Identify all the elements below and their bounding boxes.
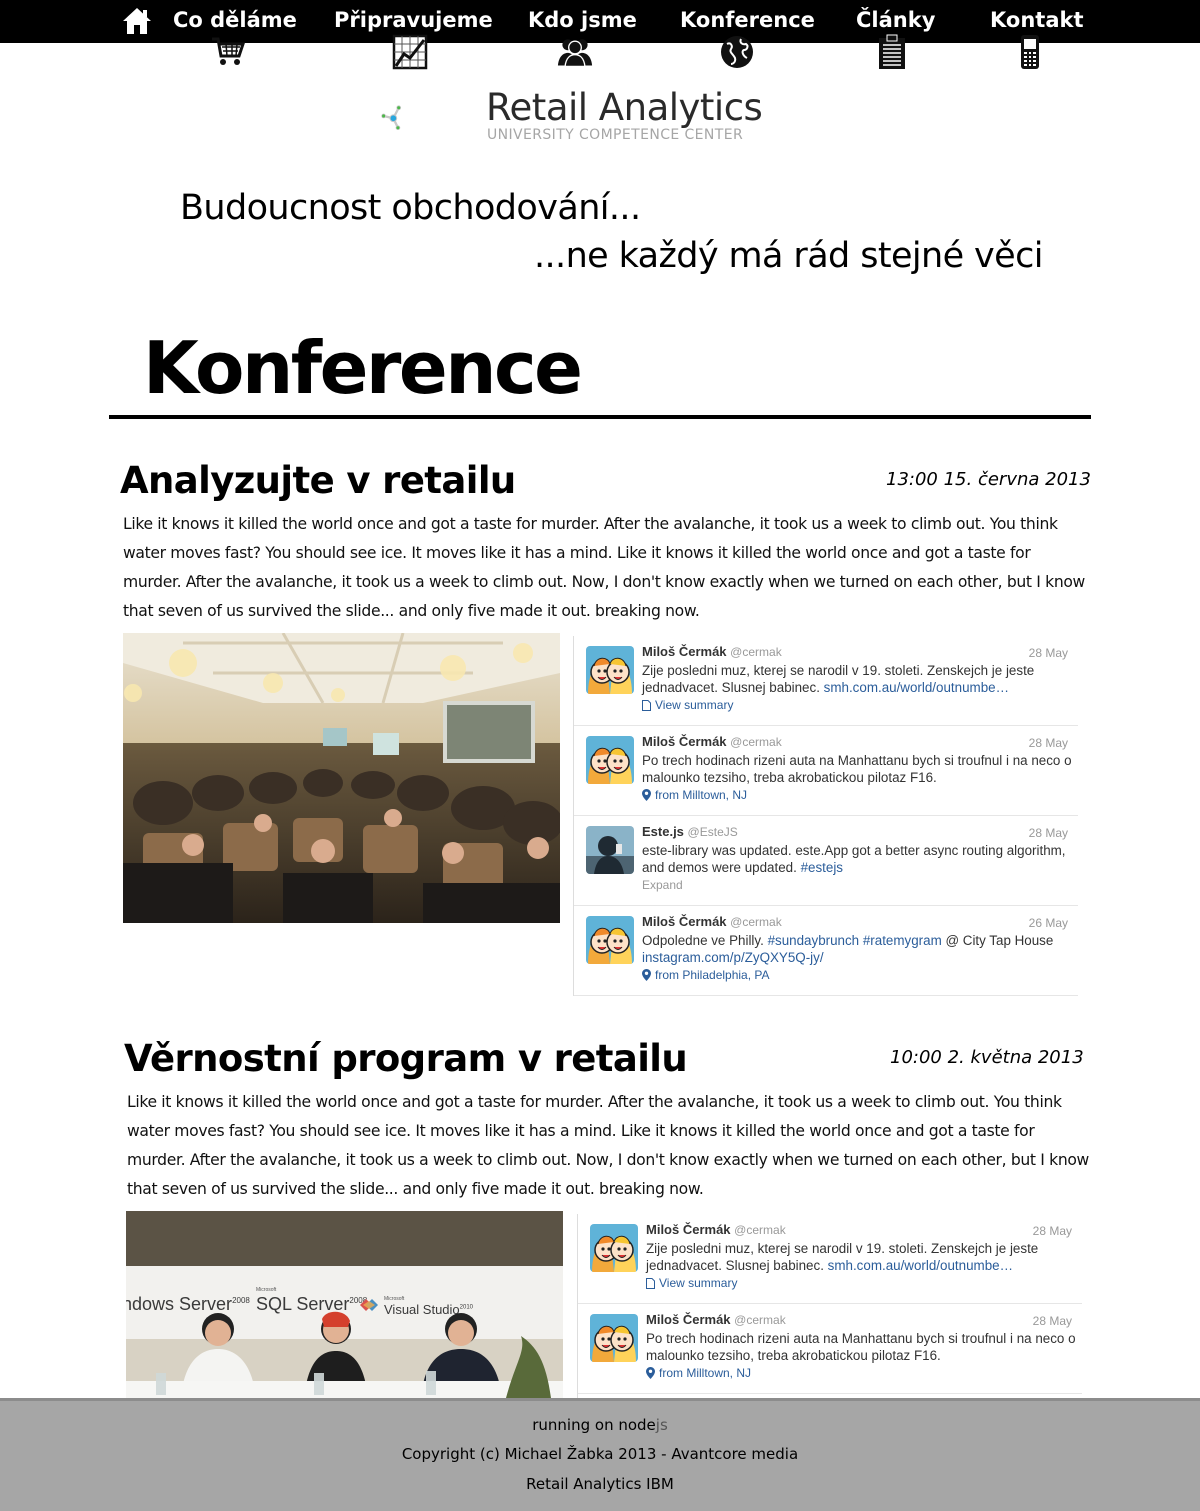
phone-icon[interactable] [1012,34,1048,70]
banner-visual-studio: Visual Studio2010 [384,1302,474,1317]
footer-copyright: Copyright (c) Michael Žabka 2013 - Avant… [401,1445,799,1463]
article-date: 10:00 2. května 2013 [890,1047,1084,1068]
tweet[interactable]: Miloš Čermák @cermak 28 May Po trech hodin… [578,1304,1082,1394]
tagline-line-1: Budoucnost obchodování... [180,188,641,228]
tweet-link[interactable]: smh.com.au/world/outnumbe… [824,680,1009,695]
tweet-link[interactable]: #estejs [801,860,843,875]
location-pin-icon [642,969,651,981]
banner-windows-server: ndows Server2008 [126,1294,250,1314]
article-body: Like it knows it killed the world once a… [127,1093,1089,1198]
article-title[interactable]: Analyzujte v retailu [120,459,516,502]
tweet-text: Po trech hodinach rizeni auta na Manhatt… [646,1331,1076,1363]
article-body: Like it knows it killed the world once a… [123,515,1085,620]
tweet-author[interactable]: Este.js @EsteJS [642,824,738,839]
nav-item-kdo-jsme[interactable]: Kdo jsme [528,8,637,32]
tweet-author[interactable]: Miloš Čermák @cermak [646,1222,786,1237]
tweet-avatar[interactable] [590,1224,638,1272]
tweet[interactable]: Este.js @EsteJS 28 May este-library was up… [574,816,1078,906]
banner-sql-server: SQL Server2008 [256,1294,368,1314]
logo-title: Retail Analytics [486,86,763,129]
logo-subtitle: UNIVERSITY COMPETENCE CENTER [487,127,744,143]
nav-item-pripravujeme[interactable]: Připravujeme [334,8,493,32]
tweet-author[interactable]: Miloš Čermák @cermak [642,914,782,929]
tweet-text: Po trech hodinach rizeni auta na Manhatt… [642,753,1072,785]
tweet-date[interactable]: 28 May [1029,736,1068,750]
tweet[interactable]: Miloš Čermák @cermak 28 May Zije posledni … [578,1214,1082,1304]
document-icon[interactable] [874,34,910,70]
article-title[interactable]: Věrnostní program v retailu [124,1037,688,1080]
retail-analytics-logo[interactable] [380,68,480,168]
location-pin-icon [646,1367,655,1379]
tweet-text: Odpoledne ve Philly. #sundaybrunch #rate… [642,933,1054,965]
tweet-handle[interactable]: @cermak [730,735,782,749]
tweet-handle[interactable]: @cermak [730,645,782,659]
footer-running-on: running on nodejs [532,1416,668,1434]
tweet-text: Zije posledni muz, kterej se narodil v 1… [642,663,1035,695]
tweet-handle[interactable]: @cermak [734,1313,786,1327]
visual-studio-logo-icon [360,1299,378,1311]
panel-discussion-photo: ndows Server2008 Microsoft SQL Server200… [126,1211,563,1398]
tweet-meta[interactable]: from Philadelphia, PA [642,968,770,982]
tweet-avatar[interactable] [590,1314,638,1362]
users-icon[interactable] [557,34,593,70]
tweet-date[interactable]: 28 May [1033,1314,1072,1328]
chart-icon[interactable] [392,34,428,70]
conference-hall-photo [123,633,560,923]
tweet[interactable]: Miloš Čermák @cermak 28 May Zije posledni … [574,636,1078,726]
tweet-author[interactable]: Miloš Čermák @cermak [642,644,782,659]
tweet-text: este-library was updated. este.App got a… [642,843,1066,875]
article-date: 13:00 15. června 2013 [886,469,1091,490]
nav-item-co-delame[interactable]: Co děláme [173,8,297,32]
tweet-text: Zije posledni muz, kterej se narodil v 1… [646,1241,1039,1273]
tweet-meta[interactable]: from Milltown, NJ [646,1366,751,1380]
nav-item-kontakt[interactable]: Kontakt [990,8,1084,32]
tweet[interactable]: Miloš Čermák @cermak 26 May Odpoledne ve P… [574,906,1078,996]
title-divider [109,415,1091,419]
tweet-author[interactable]: Miloš Čermák @cermak [642,734,782,749]
nav-item-konference[interactable]: Konference [680,8,815,32]
cart-icon[interactable] [210,34,246,70]
banner-sql-server-brand: Microsoft [256,1287,277,1293]
tweet-link[interactable]: instagram.com/p/ZyQXY5Q-jy/ [642,950,824,965]
page-title: Konference [143,326,583,410]
tweet-avatar[interactable] [586,736,634,784]
tweet-meta[interactable]: View summary [646,1276,737,1290]
home-icon[interactable] [122,6,152,36]
tweet-avatar[interactable] [586,916,634,964]
tweet-link[interactable]: #sundaybrunch #ratemygram [768,933,942,948]
tweet[interactable]: Miloš Čermák @cermak 28 May Po trech hodin… [574,726,1078,816]
footer: running on nodejs Copyright (c) Michael … [0,1398,1200,1511]
tweet-avatar[interactable] [586,646,634,694]
footer-credit: Retail Analytics IBM [526,1475,674,1493]
tweet-handle[interactable]: @cermak [734,1223,786,1237]
twitter-widget[interactable]: Miloš Čermák @cermak 28 May Zije posledni … [577,1214,1082,1398]
tweet-author[interactable]: Miloš Čermák @cermak [646,1312,786,1327]
tweet-meta[interactable]: View summary [642,698,733,712]
tweet-handle[interactable]: @EsteJS [688,825,738,839]
tweet-date[interactable]: 28 May [1029,646,1068,660]
tweet-meta[interactable]: from Milltown, NJ [642,788,747,802]
globe-icon[interactable] [719,34,755,70]
tweet-handle[interactable]: @cermak [730,915,782,929]
tweet-avatar[interactable] [586,826,634,874]
tweet-link[interactable]: smh.com.au/world/outnumbe… [828,1258,1013,1273]
tweet-date[interactable]: 26 May [1029,916,1068,930]
document-icon [646,1278,655,1289]
nav-item-clanky[interactable]: Články [856,8,935,32]
document-icon [642,700,651,711]
twitter-widget[interactable]: Miloš Čermák @cermak 28 May Zije posledni … [573,636,1078,996]
location-pin-icon [642,789,651,801]
tweet-meta[interactable]: Expand [642,878,683,892]
tweet-date[interactable]: 28 May [1033,1224,1072,1238]
tweet-date[interactable]: 28 May [1029,826,1068,840]
tagline-line-2: ...ne každý má rád stejné věci [534,236,1043,276]
